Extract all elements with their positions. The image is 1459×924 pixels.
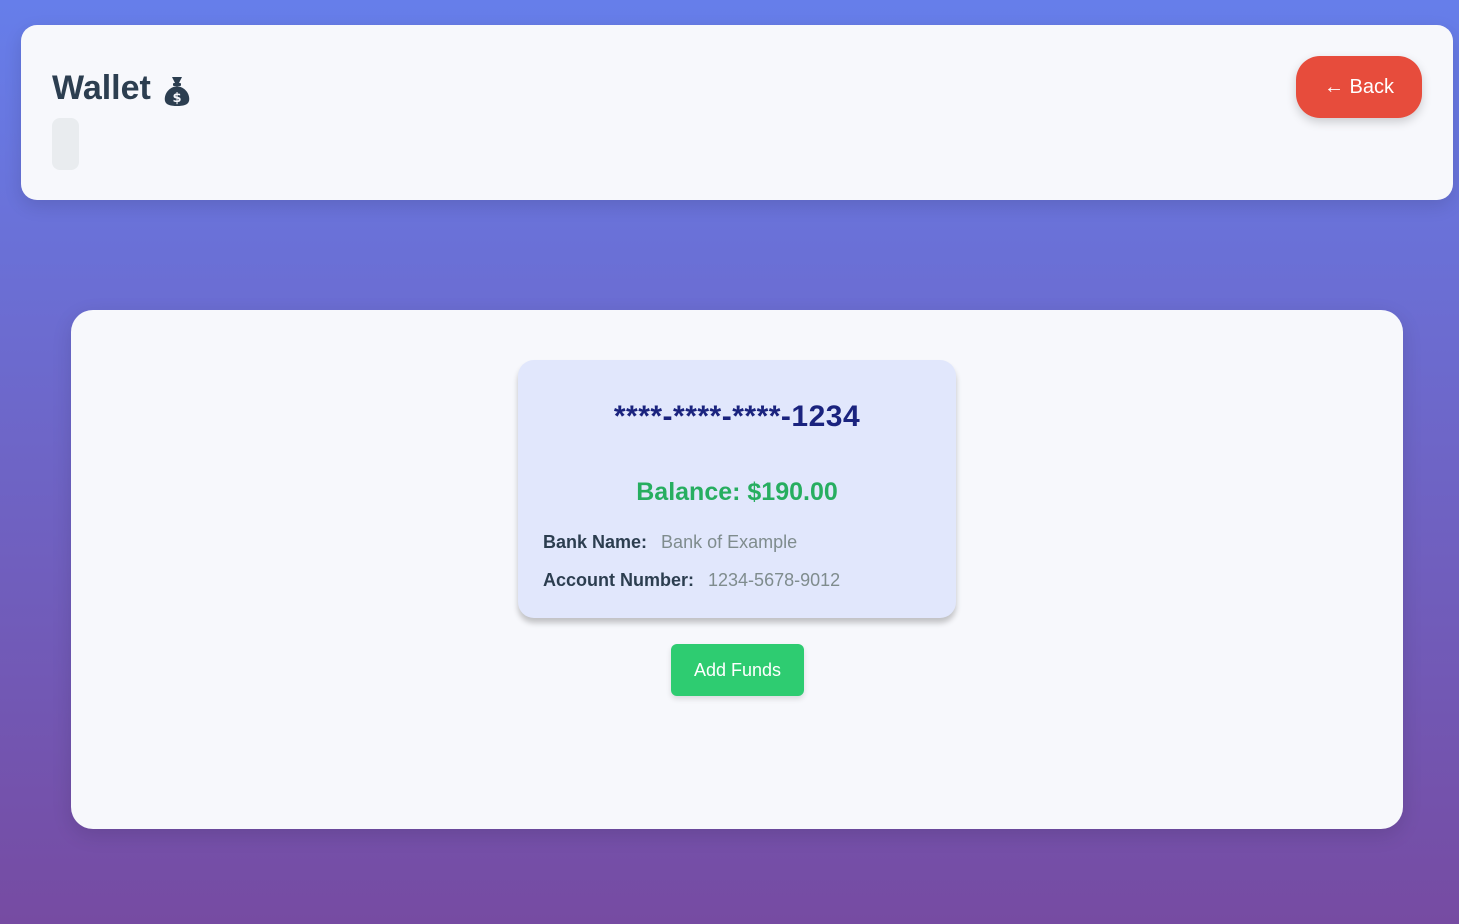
add-funds-button[interactable]: Add Funds xyxy=(671,644,804,696)
money-bag-icon: $ xyxy=(163,75,191,107)
page-title-text: Wallet xyxy=(52,69,151,107)
account-number-value: 1234-5678-9012 xyxy=(708,570,841,590)
main-panel: ****-****-****-1234 Balance: $190.00 Ban… xyxy=(71,310,1403,829)
card-number: ****-****-****-1234 xyxy=(613,400,861,433)
header-panel: Wallet $ ← Back xyxy=(21,25,1453,200)
svg-text:$: $ xyxy=(172,91,181,106)
page-title: Wallet $ xyxy=(52,69,191,108)
back-button[interactable]: ← Back xyxy=(1296,56,1422,118)
card-balance: Balance: $190.00 xyxy=(636,478,838,506)
bank-name-label: Bank Name: xyxy=(543,532,648,552)
account-number-label: Account Number: xyxy=(543,570,695,590)
bank-name-row: Bank Name: Bank of Example xyxy=(543,532,797,553)
account-number-row: Account Number: 1234-5678-9012 xyxy=(543,570,840,591)
bank-card[interactable]: ****-****-****-1234 Balance: $190.00 Ban… xyxy=(518,360,956,618)
header-placeholder-chip xyxy=(52,118,79,170)
bank-name-value: Bank of Example xyxy=(661,532,798,552)
